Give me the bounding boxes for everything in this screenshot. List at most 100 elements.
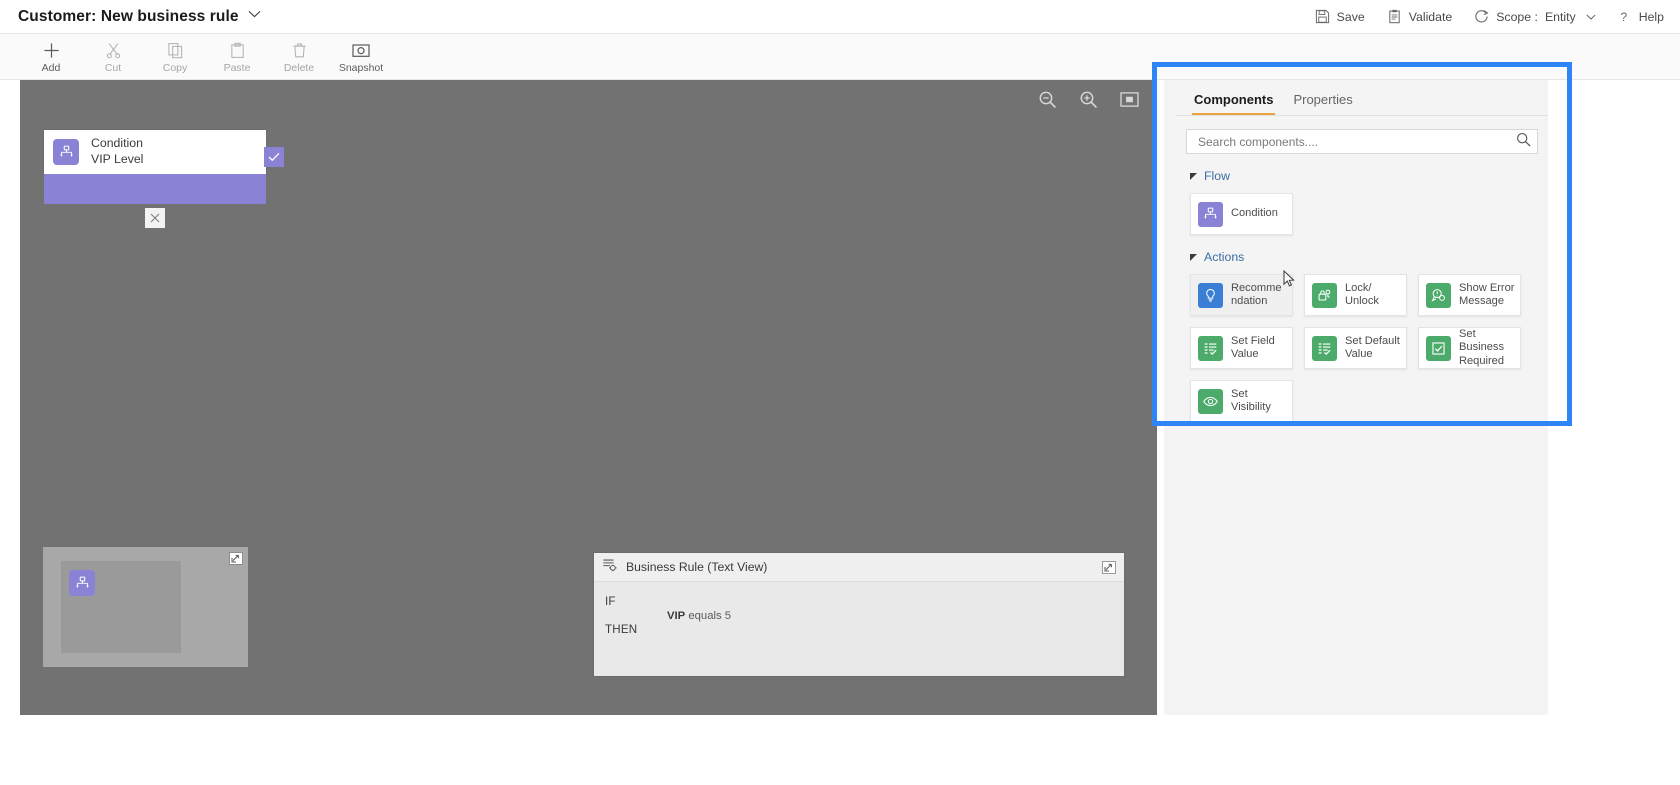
save-button[interactable]: Save [1315, 9, 1365, 24]
tile-label: Set Field Value [1231, 334, 1275, 360]
tile-label: Set Business Required [1459, 328, 1505, 367]
collapse-triangle-icon[interactable] [1190, 253, 1197, 261]
scissors-icon [105, 41, 122, 60]
page-title: Customer: New business rule [18, 7, 239, 25]
validate-button[interactable]: Validate [1387, 9, 1453, 24]
text-view-header: Business Rule (Text View) [594, 553, 1124, 582]
component-tile-show-error-message[interactable]: Show Error Message [1418, 274, 1521, 316]
cut-button[interactable]: Cut [82, 34, 144, 80]
condition-icon [53, 139, 79, 165]
business-rule-text-view: Business Rule (Text View) IF VIP equals … [594, 553, 1124, 676]
mouse-cursor [1283, 269, 1296, 293]
validate-icon [1387, 9, 1402, 24]
search-components-field[interactable] [1186, 129, 1538, 154]
close-icon[interactable] [145, 208, 165, 228]
paste-icon [229, 41, 246, 60]
field-value-icon [1198, 335, 1223, 361]
search-icon[interactable] [1516, 132, 1531, 152]
checkbox-icon [1426, 335, 1451, 361]
business-rule-icon [602, 558, 617, 577]
chevron-down-icon[interactable] [1586, 14, 1596, 20]
condition-node-header[interactable]: Condition VIP Level [44, 130, 266, 174]
delete-button[interactable]: Delete [268, 34, 330, 80]
delete-label: Delete [283, 61, 315, 74]
tile-label: Recomme ndation [1231, 281, 1282, 307]
check-icon[interactable] [264, 147, 284, 167]
group-header-flow[interactable]: Flow [1190, 169, 1548, 183]
text-view-title: Business Rule (Text View) [626, 560, 768, 574]
validate-label: Validate [1408, 10, 1453, 24]
cut-label: Cut [104, 61, 122, 74]
group-header-actions[interactable]: Actions [1190, 250, 1548, 264]
copy-label: Copy [162, 61, 188, 74]
tile-grid-actions: Recomme ndation Lock/ Unlock Show Error … [1190, 274, 1538, 422]
tab-components[interactable]: Components [1184, 92, 1283, 115]
component-tile-set-business-required[interactable]: Set Business Required [1418, 327, 1521, 369]
component-tile-condition[interactable]: Condition [1190, 193, 1293, 235]
canvas-zoom-controls [1038, 90, 1139, 109]
lock-icon [1312, 282, 1337, 308]
condition-node-text: Condition VIP Level [91, 136, 143, 167]
scope-selector[interactable]: Scope : Entity [1474, 9, 1596, 24]
text-view-keyword: THEN [605, 623, 638, 636]
help-button[interactable]: ? Help [1618, 9, 1664, 24]
condition-node-title: Condition [91, 136, 143, 151]
text-view-body: IF VIP equals 5 THEN [594, 582, 1124, 636]
paste-label: Paste [223, 61, 251, 74]
field-value-icon [1312, 335, 1337, 361]
group-label-flow: Flow [1204, 169, 1230, 183]
tile-label: Show Error Message [1459, 281, 1515, 307]
error-message-icon [1426, 282, 1451, 308]
group-label-actions: Actions [1204, 250, 1245, 264]
add-button[interactable]: Add [20, 34, 82, 80]
condition-node[interactable]: Condition VIP Level [44, 130, 284, 228]
svg-text:?: ? [1620, 10, 1627, 24]
component-tile-lock-unlock[interactable]: Lock/ Unlock [1304, 274, 1407, 316]
component-tile-set-default-value[interactable]: Set Default Value [1304, 327, 1407, 369]
zoom-out-icon[interactable] [1038, 90, 1057, 109]
search-input[interactable] [1196, 133, 1516, 150]
add-label: Add [41, 61, 61, 74]
paste-button[interactable]: Paste [206, 34, 268, 80]
tile-label: Condition [1231, 207, 1278, 220]
text-view-keyword: IF [605, 595, 616, 608]
lightbulb-icon [1198, 282, 1223, 308]
component-tile-set-field-value[interactable]: Set Field Value [1190, 327, 1293, 369]
canvas-minimap[interactable] [43, 547, 248, 667]
designer-canvas[interactable]: Condition VIP Level Business Rule (Text … [20, 80, 1157, 715]
eye-icon [1198, 388, 1223, 414]
component-tile-set-visibility[interactable]: Set Visibility [1190, 380, 1293, 422]
tile-label: Lock/ Unlock [1345, 281, 1379, 307]
chevron-down-icon[interactable] [248, 10, 261, 21]
title-bar: Customer: New business rule Save Validat… [0, 0, 1680, 34]
text-view-field: VIP [667, 610, 686, 622]
condition-node-body[interactable] [44, 174, 266, 204]
tile-label: Set Default Value [1345, 334, 1400, 360]
title-bar-commands: Save Validate Scope : Entity ? Help [1315, 9, 1680, 24]
component-tile-recommendation[interactable]: Recomme ndation [1190, 274, 1293, 316]
condition-icon [1198, 201, 1223, 227]
save-icon [1315, 9, 1330, 24]
snapshot-button[interactable]: Snapshot [330, 34, 392, 80]
help-label: Help [1638, 10, 1664, 24]
toolbar: Add Cut Copy Paste Delete Snapshot [0, 34, 1680, 80]
expand-icon[interactable] [229, 552, 243, 565]
scope-icon [1474, 9, 1489, 24]
components-panel: Components Properties Flow Con [1176, 80, 1548, 422]
scope-value: Entity [1544, 9, 1576, 24]
tab-properties[interactable]: Properties [1283, 92, 1362, 115]
condition-icon [69, 570, 95, 596]
copy-button[interactable]: Copy [144, 34, 206, 80]
tile-grid-flow: Condition [1190, 193, 1538, 235]
collapse-triangle-icon[interactable] [1190, 172, 1197, 180]
zoom-in-icon[interactable] [1079, 90, 1098, 109]
title-bar-left: Customer: New business rule [0, 8, 261, 26]
text-view-clause: VIP equals 5 [667, 609, 731, 622]
trash-icon [291, 41, 308, 60]
fit-to-screen-icon[interactable] [1120, 91, 1139, 108]
text-view-line: IF [605, 595, 1124, 608]
expand-icon[interactable] [1102, 560, 1116, 574]
snapshot-label: Snapshot [338, 61, 384, 74]
text-view-operator-value: equals 5 [688, 610, 732, 622]
plus-icon [43, 41, 60, 60]
